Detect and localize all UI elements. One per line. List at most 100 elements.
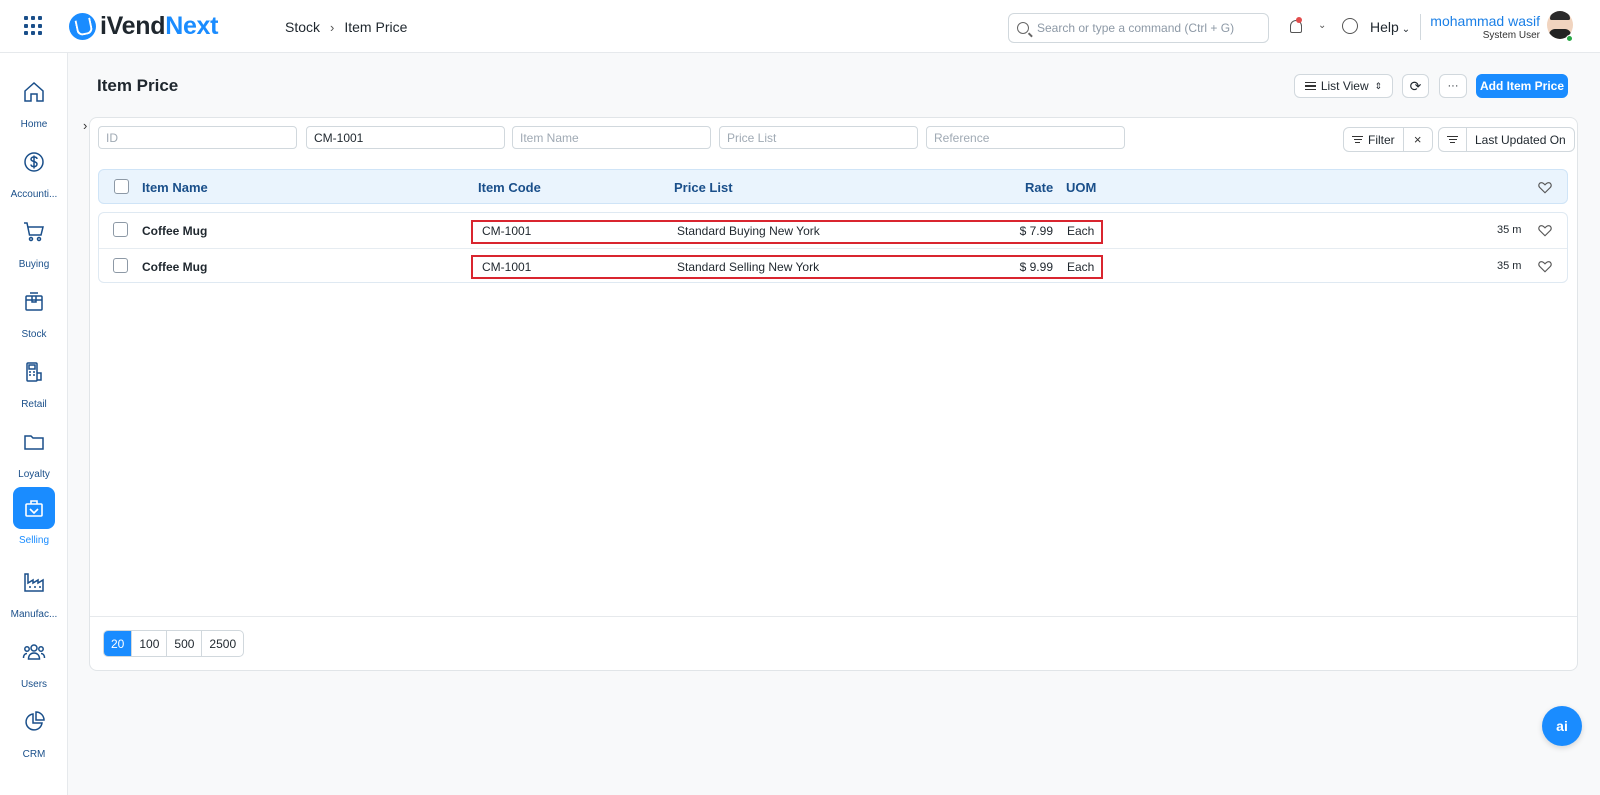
- column-header-rate[interactable]: Rate: [1025, 180, 1053, 195]
- sidebar-item-selling[interactable]: Selling: [6, 487, 62, 546]
- row-like-heart-icon[interactable]: [1538, 224, 1552, 237]
- search-input[interactable]: [1037, 21, 1257, 35]
- sort-field-button[interactable]: Last Updated On: [1467, 133, 1574, 147]
- sidebar-item-label: Selling: [18, 535, 50, 546]
- sidebar-item-label: Manufac...: [10, 609, 58, 620]
- row-checkbox[interactable]: [113, 222, 128, 237]
- folder-icon: [13, 421, 55, 463]
- app-logo[interactable]: iVendNext: [69, 12, 218, 41]
- cell-modified: 35 m: [1497, 224, 1522, 236]
- sidebar-item-users[interactable]: Users: [6, 631, 62, 690]
- home-icon: [13, 71, 55, 113]
- cell-item-name[interactable]: Coffee Mug: [142, 260, 207, 274]
- item-code-filter-input[interactable]: [306, 126, 505, 149]
- sidebar-item-buying[interactable]: Buying: [6, 211, 62, 270]
- sidebar-item-stock[interactable]: Stock: [6, 281, 62, 340]
- apps-grid-icon[interactable]: [24, 16, 44, 36]
- sidebar-item-manufacturing[interactable]: Manufac...: [6, 561, 62, 620]
- updown-chevron-icon: ⇕: [1374, 80, 1383, 91]
- box-icon: [13, 281, 55, 323]
- sidebar-item-label: Buying: [18, 259, 50, 270]
- online-status-dot: [1566, 35, 1573, 42]
- sidebar-toggle-chevron-icon[interactable]: ›: [83, 118, 95, 140]
- bag-icon: [13, 487, 55, 529]
- sort-order-button[interactable]: [1439, 128, 1467, 151]
- column-header-price-list[interactable]: Price List: [674, 180, 733, 195]
- notification-dot: [1296, 17, 1302, 23]
- pie-icon: [13, 701, 55, 743]
- ai-assistant-button[interactable]: ai: [1542, 706, 1582, 746]
- page-length-20[interactable]: 20: [104, 631, 133, 656]
- pos-icon: [13, 351, 55, 393]
- help-chevron-down-icon: ⌄: [1401, 24, 1411, 35]
- page-title: Item Price: [97, 76, 179, 95]
- sidebar-item-crm[interactable]: CRM: [6, 701, 62, 760]
- table-header: Item Name Item Code Price List Rate UOM: [98, 169, 1568, 204]
- breadcrumb: Stock › Item Price: [285, 19, 407, 35]
- users-icon: [13, 631, 55, 673]
- refresh-button[interactable]: ⟳: [1402, 74, 1429, 98]
- reference-filter-input[interactable]: [926, 126, 1125, 149]
- column-header-item-name[interactable]: Item Name: [142, 180, 208, 195]
- like-heart-icon[interactable]: [1538, 181, 1552, 194]
- sidebar-item-loyalty[interactable]: Loyalty: [6, 421, 62, 480]
- select-all-checkbox[interactable]: [114, 179, 129, 194]
- row-checkbox[interactable]: [113, 258, 128, 273]
- help-menu[interactable]: Help ⌄: [1370, 19, 1410, 35]
- page-length-500[interactable]: 500: [167, 631, 203, 656]
- factory-icon: [13, 561, 55, 603]
- filter-label: Filter: [1368, 132, 1395, 147]
- breadcrumb-separator: ›: [330, 19, 335, 35]
- filter-button-group: Filter ×: [1343, 127, 1433, 152]
- list-icon: [1304, 80, 1316, 92]
- sidebar-item-home[interactable]: Home: [6, 71, 62, 130]
- theme-palette-icon[interactable]: [1342, 18, 1358, 34]
- list-view-label: List View: [1320, 79, 1369, 93]
- cell-item-name[interactable]: Coffee Mug: [142, 224, 207, 238]
- sidebar-item-label: Accounti...: [10, 189, 58, 200]
- sidebar-item-label: Loyalty: [18, 469, 50, 480]
- notification-chevron-down-icon[interactable]: ⌄: [1318, 20, 1326, 31]
- more-icon: ···: [1447, 80, 1459, 92]
- search-box[interactable]: [1008, 13, 1269, 43]
- price-list-filter-input[interactable]: [719, 126, 918, 149]
- add-item-price-button[interactable]: Add Item Price: [1476, 74, 1568, 98]
- clear-filter-close-icon[interactable]: ×: [1404, 132, 1432, 147]
- sidebar-item-label: CRM: [22, 749, 46, 760]
- card-footer-divider: [90, 616, 1577, 617]
- breadcrumb-item-price[interactable]: Item Price: [344, 19, 407, 35]
- sidebar-item-retail[interactable]: Retail: [6, 351, 62, 410]
- dollar-icon: [13, 141, 55, 183]
- list-view-button[interactable]: List View ⇕: [1294, 74, 1393, 98]
- filter-button[interactable]: Filter: [1344, 128, 1404, 151]
- sort-button-group: Last Updated On: [1438, 127, 1575, 152]
- sidebar-item-label: Home: [20, 119, 48, 130]
- user-name[interactable]: mohammad wasif: [1430, 13, 1540, 29]
- item-name-filter-input[interactable]: [512, 126, 711, 149]
- id-filter-input[interactable]: [98, 126, 297, 149]
- refresh-icon: ⟳: [1409, 77, 1422, 94]
- sidebar-item-label: Stock: [21, 329, 47, 340]
- row-like-heart-icon[interactable]: [1538, 260, 1552, 273]
- more-options-button[interactable]: ···: [1439, 74, 1467, 98]
- sidebar-item-label: Retail: [21, 399, 47, 410]
- sidebar-item-label: Users: [20, 679, 48, 690]
- highlight-box-row-1: [471, 220, 1103, 244]
- sidebar-item-accounting[interactable]: Accounti...: [6, 141, 62, 200]
- logo-mark-icon: [69, 13, 96, 40]
- top-bar: iVendNext Stock › Item Price ⌄ Help⌄ moh…: [0, 0, 1600, 53]
- column-header-item-code[interactable]: Item Code: [478, 180, 541, 195]
- search-icon: [1017, 22, 1029, 34]
- sort-icon: [1447, 134, 1458, 146]
- header-divider: [1420, 14, 1421, 40]
- help-label: Help: [1370, 19, 1399, 35]
- page-length-100[interactable]: 100: [132, 631, 168, 656]
- cell-modified: 35 m: [1497, 260, 1522, 272]
- highlight-box-row-2: [471, 255, 1103, 279]
- user-role: System User: [1482, 30, 1540, 41]
- page-length-selector: 20 100 500 2500: [103, 630, 245, 657]
- page-length-2500[interactable]: 2500: [202, 631, 243, 656]
- column-header-uom[interactable]: UOM: [1066, 180, 1096, 195]
- filter-icon: [1352, 134, 1363, 146]
- breadcrumb-stock[interactable]: Stock: [285, 19, 320, 35]
